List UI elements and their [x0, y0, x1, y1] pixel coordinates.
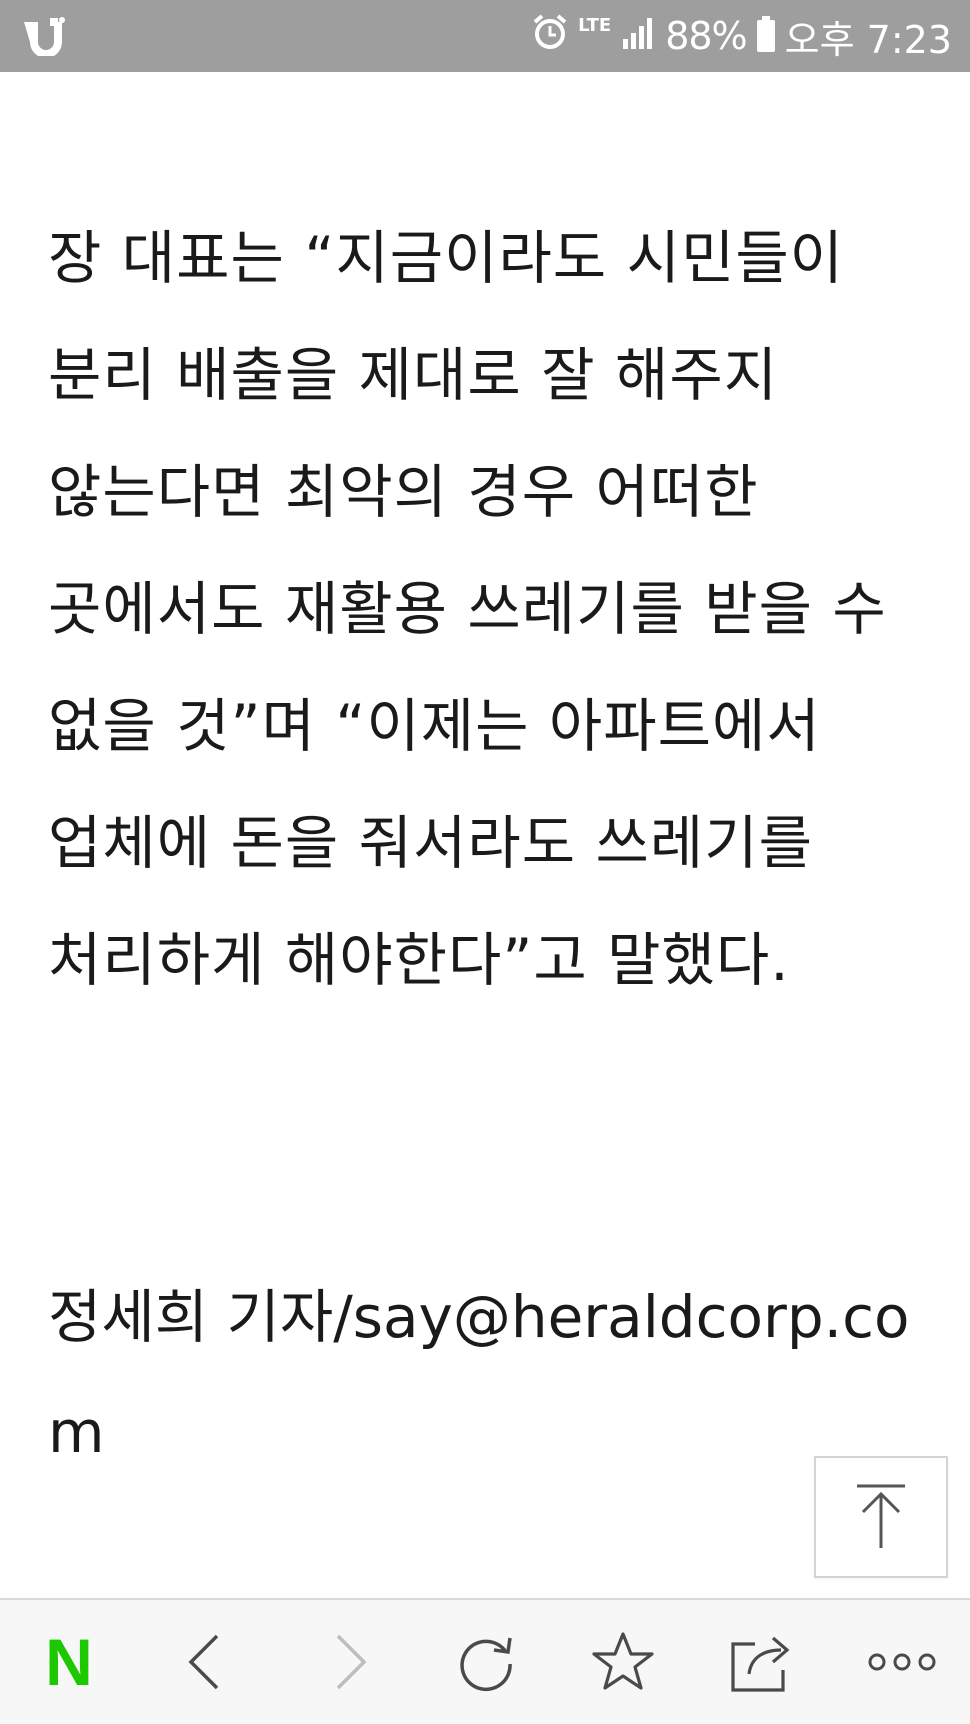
bookmark-star-icon [592, 1632, 654, 1690]
status-bar: LTE 88% 오후 7:23 [0, 0, 970, 72]
share-icon [731, 1636, 790, 1692]
alarm-icon [532, 13, 568, 59]
share-button[interactable] [712, 1600, 812, 1724]
status-indicators: LTE 88% 오후 7:23 [532, 0, 952, 72]
forward-icon [336, 1634, 367, 1690]
u-plus-logo-icon [20, 14, 66, 58]
lte-data-icon: LTE [578, 15, 612, 36]
more-menu-button[interactable] [852, 1600, 952, 1724]
forward-button[interactable] [300, 1600, 400, 1724]
refresh-button[interactable] [436, 1600, 536, 1724]
refresh-icon [460, 1637, 512, 1692]
article-paragraph: 장 대표는 “지금이라도 시민들이 분리 배출을 제대로 잘 해주지 않는다면 … [48, 224, 887, 994]
scroll-to-top-button[interactable] [814, 1456, 948, 1578]
bookmark-button[interactable] [573, 1600, 673, 1724]
battery-percent: 88% [665, 14, 747, 58]
naver-home-button[interactable]: N [19, 1600, 119, 1724]
article-body: 장 대표는 “지금이라도 시민들이 분리 배출을 제대로 잘 해주지 않는다면 … [48, 200, 928, 1019]
reporter-byline: 정세희 기자/say@heraldcorp.com [48, 1283, 910, 1466]
back-button[interactable] [155, 1600, 255, 1724]
naver-logo-icon: N [45, 1625, 93, 1699]
arrow-up-icon [857, 1484, 905, 1548]
more-icon [868, 1653, 936, 1671]
signal-icon [621, 14, 655, 58]
back-icon [188, 1634, 219, 1690]
clock: 오후 7:23 [784, 17, 952, 62]
browser-toolbar: N [0, 1598, 970, 1724]
battery-icon [756, 16, 775, 52]
